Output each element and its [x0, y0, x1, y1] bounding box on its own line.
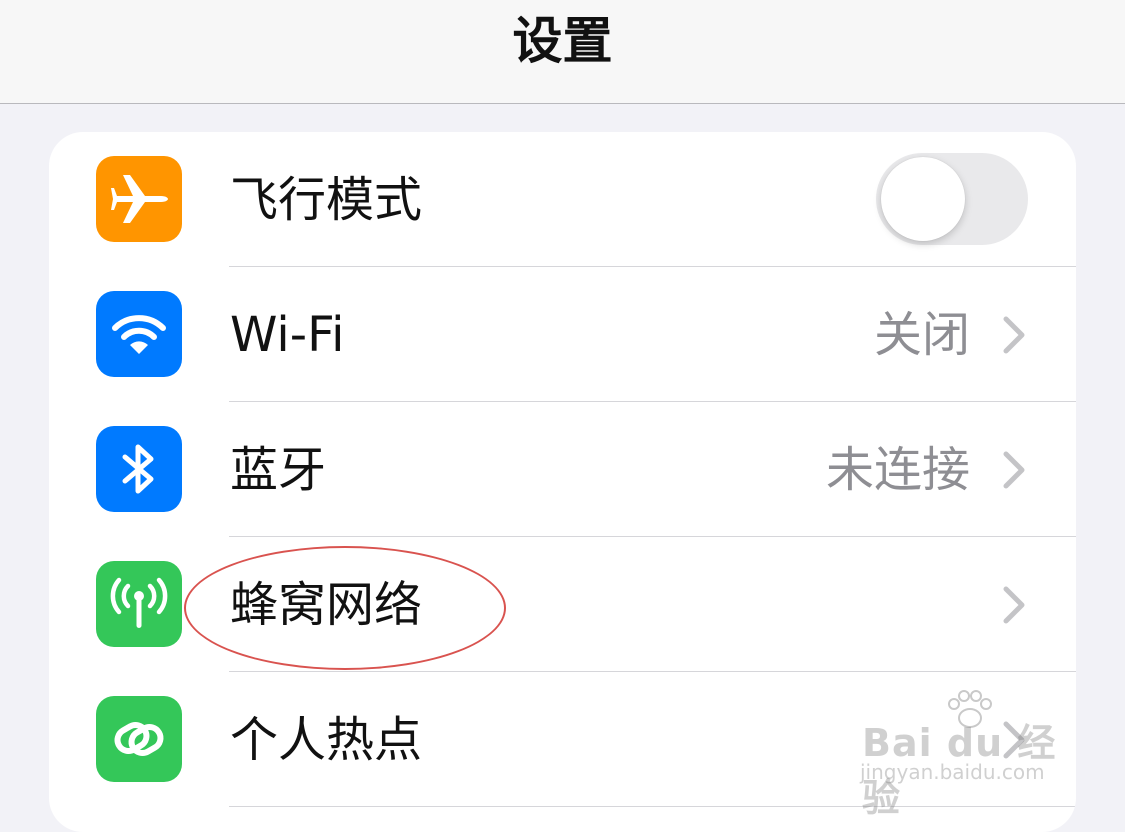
- wifi-icon: [96, 291, 182, 377]
- airplane-icon: [96, 156, 182, 242]
- page-title: 设置: [512, 12, 613, 70]
- airplane-mode-toggle[interactable]: [876, 153, 1028, 245]
- settings-row-bluetooth[interactable]: 蓝牙 未连接: [49, 402, 1076, 537]
- settings-row-wifi[interactable]: Wi-Fi 关闭: [49, 267, 1076, 402]
- cellular-antenna-icon: [96, 561, 182, 647]
- bluetooth-label: 蓝牙: [230, 442, 327, 498]
- toggle-knob: [881, 157, 965, 241]
- chevron-right-icon: [1003, 451, 1025, 489]
- settings-row-airplane-mode: 飞行模式: [49, 132, 1076, 267]
- baidu-jingyan-watermark: Bai du 经验 jingyan.baidu.com: [858, 690, 1068, 820]
- chevron-right-icon: [1003, 316, 1025, 354]
- red-highlight-ellipse: [184, 546, 506, 670]
- personal-hotspot-label: 个人热点: [230, 712, 423, 768]
- chevron-right-icon: [1003, 586, 1025, 624]
- wifi-status-value: 关闭: [873, 307, 970, 363]
- airplane-mode-label: 飞行模式: [230, 172, 423, 228]
- wifi-label: Wi-Fi: [230, 307, 345, 363]
- bluetooth-status-value: 未连接: [825, 442, 970, 498]
- watermark-url-text: jingyan.baidu.com: [860, 760, 1045, 784]
- navigation-bar: 设置: [0, 0, 1125, 104]
- bluetooth-icon: [96, 426, 182, 512]
- hotspot-link-icon: [96, 696, 182, 782]
